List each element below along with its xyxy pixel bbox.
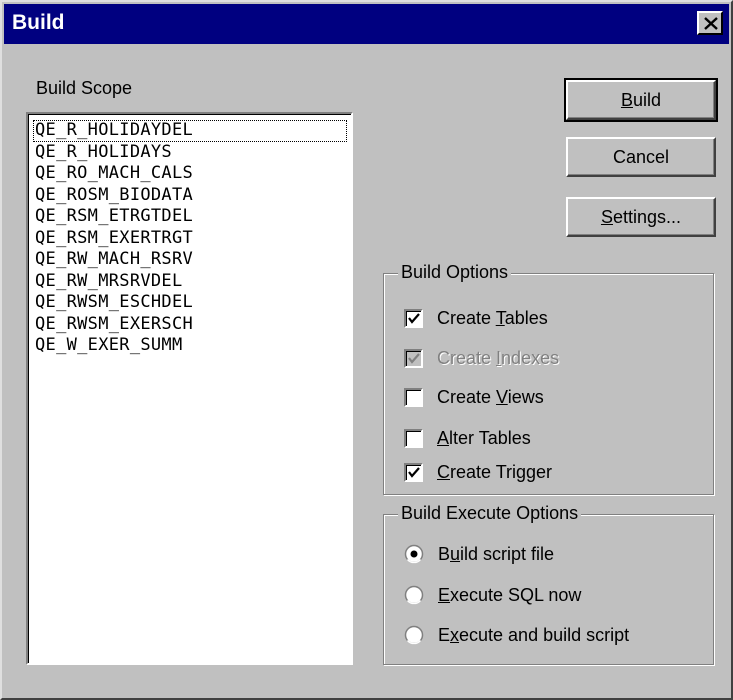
execute-and-build-script-radio[interactable]: Execute and build script (404, 623, 629, 647)
list-item[interactable]: QE_RWSM_ESCHDEL (33, 292, 347, 314)
checkbox[interactable] (404, 387, 423, 407)
build-execute-options-group: Build Execute Options Build script file … (383, 503, 714, 665)
check-mark-icon (408, 312, 420, 324)
list-item[interactable]: QE_R_HOLIDAYDEL (33, 120, 347, 142)
list-item[interactable]: QE_RSM_EXERTRGT (33, 228, 347, 250)
create-trigger-checkbox[interactable]: Create Trigger (404, 460, 552, 484)
radio-selected-icon[interactable] (404, 544, 424, 564)
build-scope-label: Build Scope (36, 78, 133, 98)
build-options-group: Build Options Create Tables Create Index… (383, 262, 714, 495)
radio-unselected-icon[interactable] (404, 625, 424, 645)
settings-button[interactable]: Settings... (566, 197, 716, 237)
alter-tables-label: Alter Tables (437, 427, 531, 448)
execute-sql-now-label: Execute SQL now (438, 584, 582, 605)
alter-tables-checkbox[interactable]: Alter Tables (404, 426, 531, 450)
check-mark-icon (408, 466, 420, 478)
create-views-checkbox[interactable]: Create Views (404, 385, 544, 409)
list-item[interactable]: QE_RSM_ETRGTDEL (33, 206, 347, 228)
close-icon (704, 17, 718, 30)
build-dialog: Build Build Scope QE_R_HOLIDAYDEL QE_R_H… (0, 0, 733, 700)
create-indexes-label: Create Indexes (437, 347, 560, 368)
list-item[interactable]: QE_W_EXER_SUMM (33, 335, 347, 357)
list-item[interactable]: QE_RW_MRSRVDEL (33, 271, 347, 293)
build-execute-options-title: Build Execute Options (398, 503, 582, 524)
list-item[interactable]: QE_RW_MACH_RSRV (33, 249, 347, 271)
build-script-file-label: Build script file (438, 543, 555, 564)
checkbox[interactable] (404, 308, 423, 328)
execute-and-build-script-label: Execute and build script (438, 624, 630, 645)
checkbox[interactable] (404, 462, 423, 482)
list-item[interactable]: QE_ROSM_BIODATA (33, 185, 347, 207)
create-tables-label: Create Tables (437, 307, 548, 328)
create-views-label: Create Views (437, 386, 544, 407)
create-tables-checkbox[interactable]: Create Tables (404, 306, 548, 330)
checkbox (404, 348, 423, 368)
build-button[interactable]: Build (564, 78, 718, 122)
radio-unselected-icon[interactable] (404, 585, 424, 605)
create-trigger-label: Create Trigger (437, 461, 553, 482)
cancel-button-label: Cancel (612, 146, 670, 167)
checkbox[interactable] (404, 428, 423, 448)
list-item[interactable]: QE_R_HOLIDAYS (33, 142, 347, 164)
list-item[interactable]: QE_RO_MACH_CALS (33, 163, 347, 185)
build-scope-list[interactable]: QE_R_HOLIDAYDEL QE_R_HOLIDAYS QE_RO_MACH… (26, 112, 353, 665)
list-item[interactable]: QE_RWSM_EXERSCH (33, 314, 347, 336)
create-indexes-checkbox: Create Indexes (404, 346, 559, 370)
title-bar[interactable]: Build (4, 4, 729, 44)
build-options-title: Build Options (398, 262, 512, 283)
check-mark-icon (408, 352, 420, 364)
settings-button-label: Settings... (600, 206, 682, 227)
build-script-file-radio[interactable]: Build script file (404, 542, 554, 566)
execute-sql-now-radio[interactable]: Execute SQL now (404, 583, 581, 607)
cancel-button[interactable]: Cancel (566, 137, 716, 177)
build-button-label: Build (620, 89, 662, 110)
window-title: Build (12, 11, 65, 34)
close-button[interactable] (697, 11, 723, 35)
